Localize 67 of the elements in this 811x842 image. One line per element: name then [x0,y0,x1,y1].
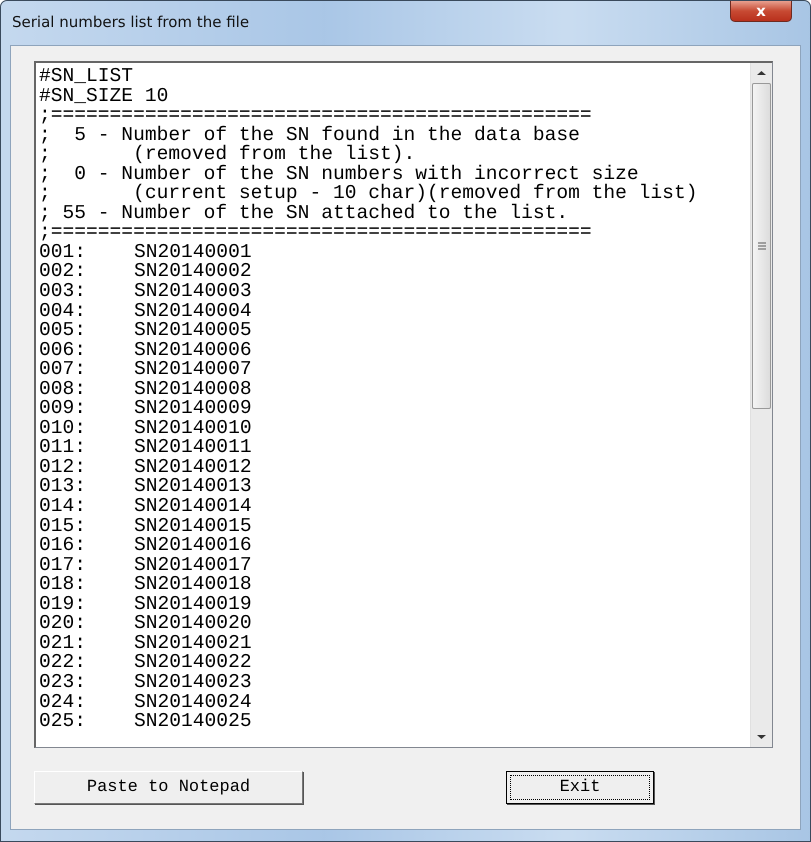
line-number: 025: [39,712,88,732]
line-number: 018: [39,575,88,595]
serial-number: SN20140021 [134,632,252,654]
text-line: #SN_LIST [39,67,134,87]
text-line: ;============================================== [39,106,593,126]
serial-number: SN20140001 [134,240,252,263]
text-line: ; 0 - Number of the SN numbers with incorrect size [39,164,640,184]
line-number: 004: [39,302,88,322]
serial-number: SN20140014 [134,495,252,518]
serial-number: SN20140012 [134,456,252,478]
serial-number: SN20140022 [134,651,252,674]
line-number: 011: [39,438,88,458]
serial-number: SN20140018 [134,573,252,596]
serial-number: SN20140003 [134,280,252,302]
serial-number: SN20140013 [134,475,252,498]
serial-number: SN20140005 [134,319,252,342]
text-line: #SN_SIZE 10 [39,86,170,106]
serial-number: SN20140008 [134,378,252,400]
line-number: 001: [39,242,88,262]
line-number: 016: [39,536,88,556]
line-number: 010: [39,418,88,438]
line-number: 021: [39,634,88,654]
serial-number: SN20140009 [134,397,252,420]
serial-number: SN20140025 [134,710,252,732]
line-number: 022: [39,653,88,673]
scroll-thumb[interactable] [752,83,771,409]
line-number: 023: [39,672,88,692]
serial-number: SN20140020 [134,612,252,634]
paste-to-notepad-button[interactable]: Paste to Notepad [34,771,303,804]
vertical-scrollbar[interactable] [750,63,772,747]
serial-number: SN20140019 [134,592,252,615]
line-number: 007: [39,360,88,380]
serial-number: SN20140015 [134,514,252,537]
serial-number: SN20140016 [134,534,252,556]
text-line: ; 5 - Number of the SN found in the data base [39,126,581,146]
line-number: 003: [39,282,88,302]
line-number: 014: [39,497,88,517]
serial-number: SN20140010 [134,416,252,439]
line-number: 013: [39,477,88,498]
serial-number: SN20140017 [134,554,252,576]
serial-number: SN20140024 [134,690,252,712]
text-line: ; (current setup - 10 char)(removed from the list) [39,184,698,204]
text-line: ; 55 - Number of the SN attached to the list. [39,204,570,224]
serial-number: SN20140006 [134,338,252,361]
text-line: ; (removed from the list). [39,145,416,165]
serial-number: SN20140023 [134,670,252,693]
line-number: 024: [39,692,88,712]
serial-number: SN20140002 [134,260,252,282]
serial-number: SN20140004 [134,300,252,322]
serial-number: SN20140007 [134,358,252,380]
line-number: 015: [39,516,88,536]
serial-number: SN20140011 [134,436,252,458]
line-number: 019: [39,594,88,614]
exit-button[interactable]: Exit [506,771,654,804]
line-number: 009: [39,399,88,419]
line-number: 017: [39,556,88,576]
line-number: 006: [39,340,88,360]
text-area[interactable] [34,61,773,748]
line-number: 012: [39,458,88,478]
line-number: 005: [39,321,88,341]
line-number: 020: [39,614,88,634]
grip-icon [758,242,766,250]
text-line: ;============================================== [39,223,593,243]
line-number: 008: [39,380,88,400]
line-number: 002: [39,262,88,282]
window-title: Serial numbers list from the file [12,13,250,31]
close-button[interactable]: x [730,1,792,22]
